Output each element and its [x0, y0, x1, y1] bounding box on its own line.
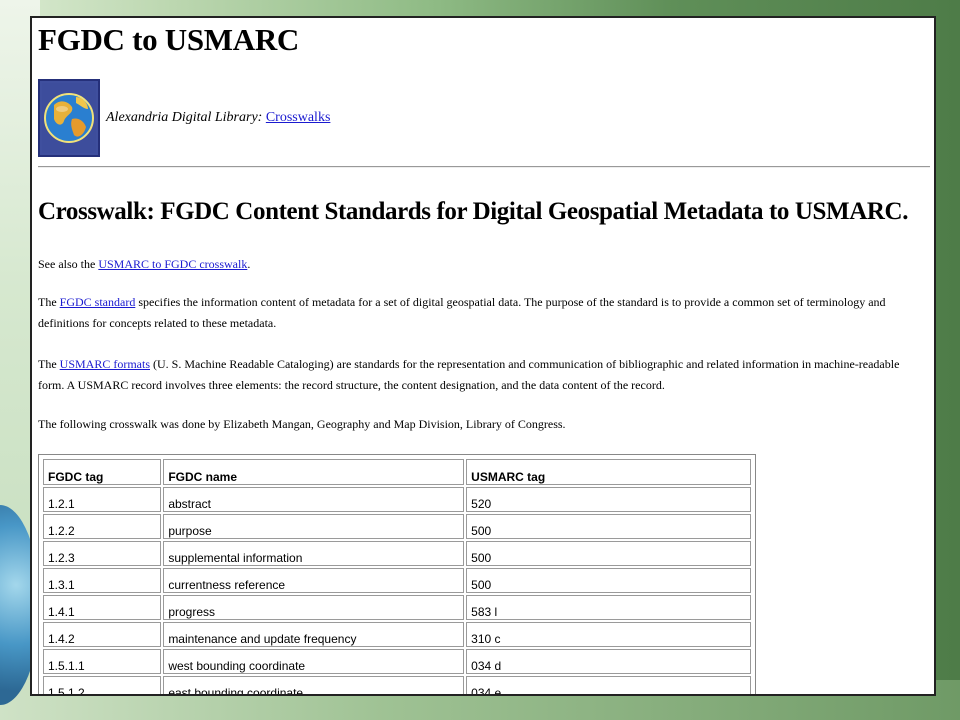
table-row: 1.2.2 purpose 500 — [43, 514, 751, 539]
alexandria-globe-logo[interactable] — [38, 79, 100, 157]
table-row: 1.3.1 currentness reference 500 — [43, 568, 751, 593]
credit-paragraph: The following crosswalk was done by Eliz… — [38, 417, 566, 431]
horizontal-rule — [38, 166, 930, 168]
site-header: Alexandria Digital Library: Crosswalks — [38, 78, 330, 158]
usmarc-para-body: (U. S. Machine Readable Cataloging) are … — [38, 357, 900, 392]
crosswalk-table-container: FGDC tag FGDC name USMARC tag 1.2.1 abstr… — [38, 454, 756, 694]
table-row: 1.4.1 progress 583 l — [43, 595, 751, 620]
usmarc-formats-paragraph: The USMARC formats (U. S. Machine Readab… — [38, 354, 924, 396]
fgdc-para-lead: The — [38, 295, 60, 309]
table-row: 1.5.1.2 east bounding coordinate 034 e — [43, 676, 751, 694]
crosswalk-table: FGDC tag FGDC name USMARC tag 1.2.1 abstr… — [41, 457, 753, 694]
usmarc-tag-cell: 520 — [466, 487, 751, 512]
table-body: 1.2.1 abstract 520 1.2.2 purpose 500 1.2.3 su… — [43, 487, 751, 694]
usmarc-tag-cell: 034 d — [466, 649, 751, 674]
usmarc-to-fgdc-link[interactable]: USMARC to FGDC crosswalk — [98, 257, 247, 271]
table-row: 1.2.1 abstract 520 — [43, 487, 751, 512]
fgdc-name-cell: supplemental information — [163, 541, 465, 566]
fgdc-tag-cell: 1.5.1.2 — [43, 676, 162, 694]
fgdc-name-cell: progress — [163, 595, 465, 620]
fgdc-tag-cell: 1.2.3 — [43, 541, 162, 566]
fgdc-name-cell: purpose — [163, 514, 465, 539]
fgdc-tag-cell: 1.5.1.1 — [43, 649, 162, 674]
usmarc-tag-cell: 500 — [466, 514, 751, 539]
fgdc-name-cell: east bounding coordinate — [163, 676, 465, 694]
fgdc-name-cell: maintenance and update frequency — [163, 622, 465, 647]
logo-caption: Alexandria Digital Library: Crosswalks — [106, 110, 330, 126]
crosswalks-link[interactable]: Crosswalks — [266, 110, 331, 125]
see-also-period: . — [247, 257, 251, 271]
page-content: FGDC to USMARC Alexandria Digital Librar… — [38, 18, 930, 694]
fgdc-name-cell: west bounding coordinate — [163, 649, 465, 674]
column-header-fgdc-name: FGDC name — [163, 459, 465, 485]
usmarc-tag-cell: 310 c — [466, 622, 751, 647]
site-name: Alexandria Digital Library: — [106, 110, 266, 125]
usmarc-tag-cell: 500 — [466, 568, 751, 593]
fgdc-para-body: specifies the information content of met… — [38, 295, 886, 330]
table-row: 1.4.2 maintenance and update frequency 310… — [43, 622, 751, 647]
usmarc-tag-cell: 583 l — [466, 595, 751, 620]
browser-page-screenshot: FGDC to USMARC Alexandria Digital Librar… — [30, 16, 936, 696]
table-row: 1.2.3 supplemental information 500 — [43, 541, 751, 566]
fgdc-name-cell: currentness reference — [163, 568, 465, 593]
fgdc-standard-link[interactable]: FGDC standard — [60, 295, 136, 309]
column-header-fgdc-tag: FGDC tag — [43, 459, 162, 485]
fgdc-tag-cell: 1.2.2 — [43, 514, 162, 539]
fgdc-standard-paragraph: The FGDC standard specifies the informat… — [38, 292, 924, 334]
fgdc-tag-cell: 1.4.2 — [43, 622, 162, 647]
page-title: FGDC to USMARC — [38, 22, 299, 57]
fgdc-tag-cell: 1.4.1 — [43, 595, 162, 620]
usmarc-para-lead: The — [38, 357, 60, 371]
fgdc-tag-cell: 1.2.1 — [43, 487, 162, 512]
table-row: 1.5.1.1 west bounding coordinate 034 d — [43, 649, 751, 674]
column-header-usmarc-tag: USMARC tag — [466, 459, 751, 485]
see-also-text: See also the — [38, 257, 99, 271]
usmarc-tag-cell: 034 e — [466, 676, 751, 694]
table-header-row: FGDC tag FGDC name USMARC tag — [43, 459, 751, 485]
fgdc-tag-cell: 1.3.1 — [43, 568, 162, 593]
see-also-paragraph: See also the USMARC to FGDC crosswalk. — [38, 254, 924, 275]
usmarc-tag-cell: 500 — [466, 541, 751, 566]
fgdc-name-cell: abstract — [163, 487, 465, 512]
crosswalk-heading: Crosswalk: FGDC Content Standards for Di… — [38, 198, 909, 225]
globe-icon — [42, 83, 96, 153]
usmarc-formats-link[interactable]: USMARC formats — [60, 357, 150, 371]
